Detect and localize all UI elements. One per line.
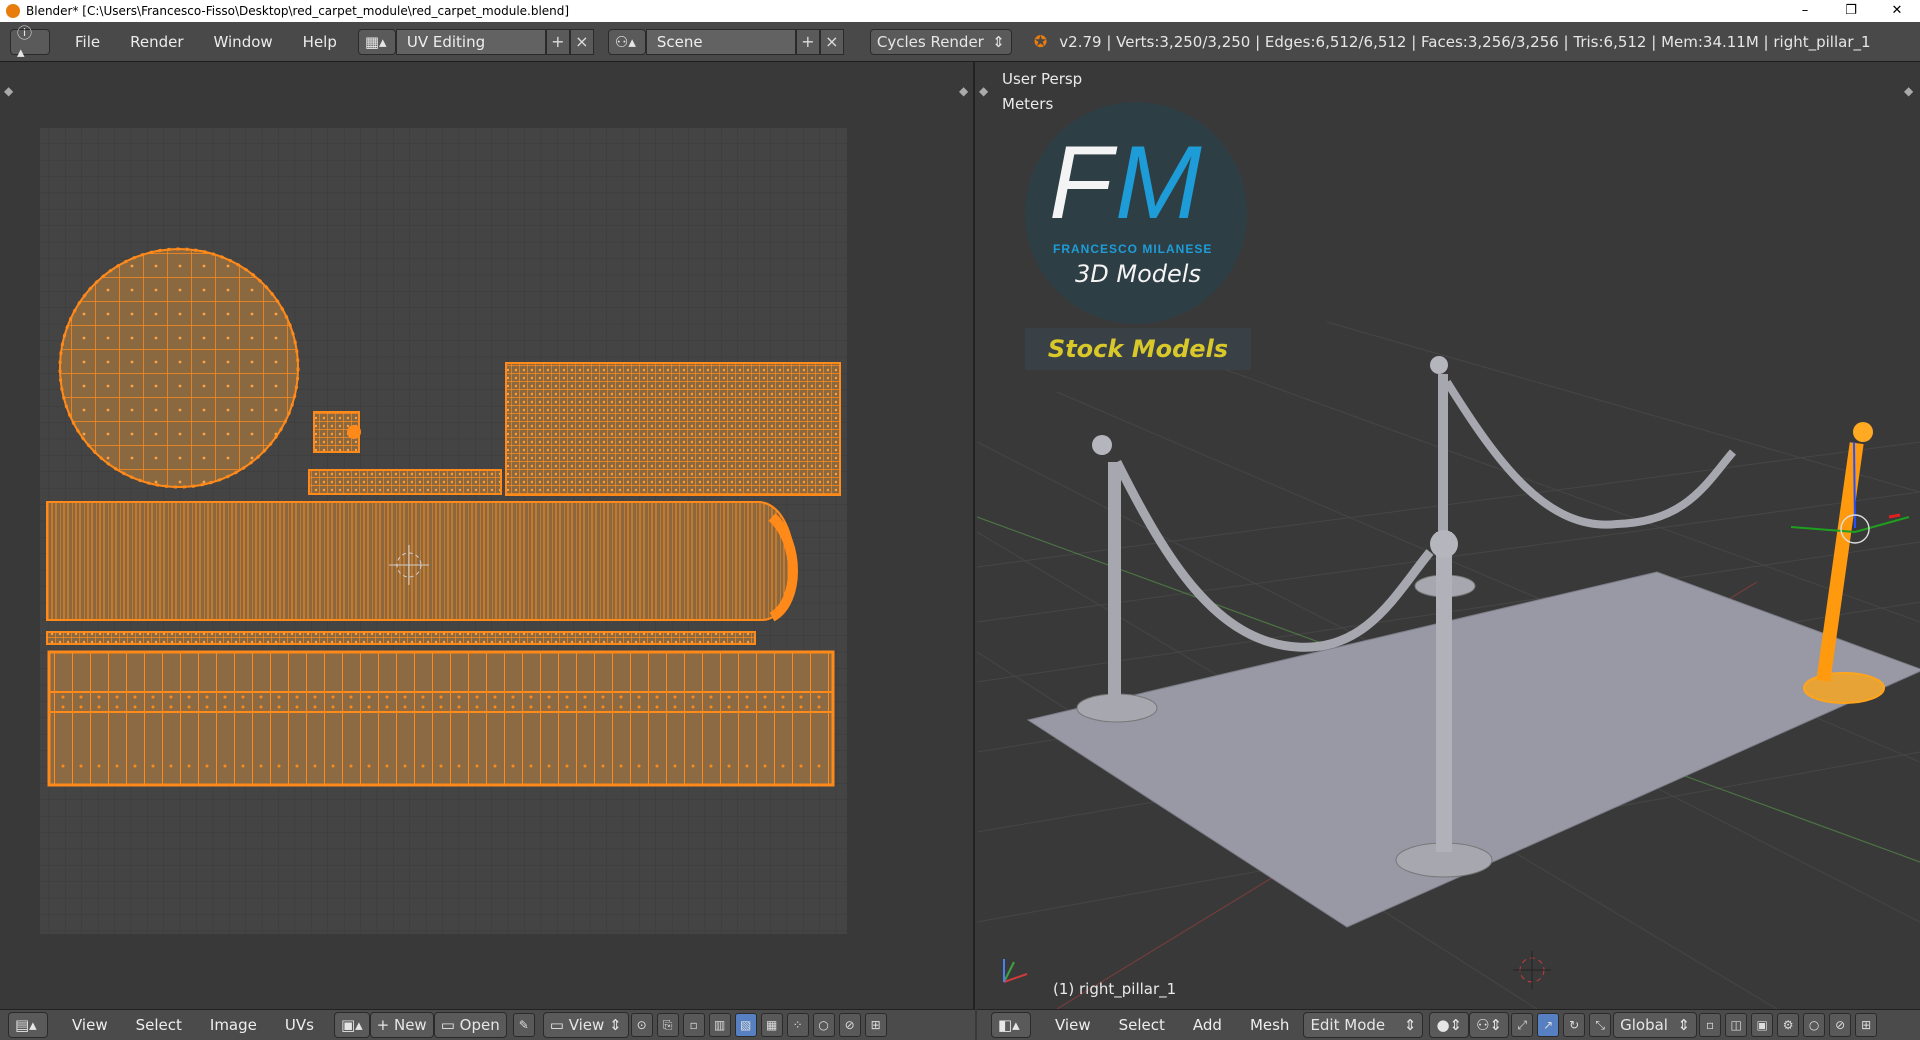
pivot-point-icon[interactable]: ⚇⇕ [1469,1012,1510,1038]
snap-icon[interactable]: ⊘ [838,1013,861,1037]
sync-selection-icon[interactable]: ⎘ [656,1013,679,1037]
view-name-label: User Persp [1002,70,1083,88]
viewport-properties-toggle-icon[interactable]: ◆ [1904,84,1914,98]
edge-mode-icon[interactable]: ◫ [1725,1013,1748,1037]
view3d-menu-add[interactable]: Add [1179,1016,1236,1034]
edge-select-icon[interactable]: ▥ [708,1013,731,1037]
editor-type-info-icon[interactable]: ⓘ ▴ [10,24,50,61]
right-properties-toggle-icon[interactable]: ◆ [959,84,969,98]
screen-layout-field[interactable]: UV Editing [395,28,546,55]
restore-button[interactable]: ❐ [1828,0,1874,22]
scene-statistics: v2.79 | Verts:3,250/3,250 | Edges:6,512/… [1059,32,1871,51]
scale-manipulator-icon[interactable]: ⤡ [1589,1013,1612,1037]
unit-system-label: Meters [1002,95,1054,113]
add-screen-icon[interactable]: + [545,28,570,55]
uv-menu-uvs[interactable]: UVs [271,1016,328,1034]
blender-version-icon: ✪ [1033,32,1048,51]
close-window-button[interactable]: ✕ [1874,0,1920,22]
logo-letter-f: F [1049,125,1113,241]
uv-menu-image[interactable]: Image [196,1016,271,1034]
window-title: Blender* [C:\Users\Francesco-Fisso\Deskt… [26,4,570,18]
proportional-edit-icon[interactable]: ○ [812,1013,835,1037]
mode-dropdown[interactable]: Edit Mode ⇕ [1303,1012,1424,1038]
uv-menu-select[interactable]: Select [122,1016,196,1034]
viewport-toolshelf-toggle-icon[interactable]: ◆ [979,84,989,98]
proportional-editing-icon[interactable]: ○ [1803,1013,1826,1037]
open-image-button[interactable]: ▭ Open [433,1012,507,1038]
island-select-icon[interactable]: ▦ [760,1013,783,1037]
watermark-logo: F M FRANCESCO MILANESE 3D Models [1025,102,1247,324]
uv-menu-view[interactable]: View [58,1016,122,1034]
logo-subtitle: 3D Models [1075,260,1201,288]
remove-screen-icon[interactable]: × [569,28,594,55]
menu-help[interactable]: Help [288,33,352,51]
uv-canvas[interactable]: ◆ ◆ [0,62,975,1009]
left-toolshelf-toggle-icon[interactable]: ◆ [4,84,14,98]
pivot-icon[interactable]: ⊙ [630,1013,653,1037]
view3d-menu-select[interactable]: Select [1105,1016,1179,1034]
viewport-header: ◧▴ View Select Add Mesh Edit Mode ⇕ ●⇕ ⚇⇕… [977,1009,1920,1040]
menu-render[interactable]: Render [115,33,198,51]
screen-layout-icon[interactable]: ▦▴ [357,28,396,55]
viewport-shading-icon[interactable]: ●⇕ [1429,1012,1470,1038]
snap-target-icon[interactable]: ⊞ [1855,1013,1878,1037]
view3d-menu-mesh[interactable]: Mesh [1236,1016,1304,1034]
orientation-dropdown[interactable]: Global ⇕ [1613,1012,1698,1038]
3d-cursor-icon[interactable] [1513,951,1551,989]
minimize-button[interactable]: – [1782,0,1828,22]
image-browse-icon[interactable]: ▣▴ [333,1012,370,1038]
manipulator-toggle-icon[interactable]: ⤢ [1511,1013,1534,1037]
info-header: ⓘ ▴ File Render Window Help ▦▴ UV Editin… [0,22,1920,62]
occlude-geometry-icon[interactable]: ⚙ [1777,1013,1800,1037]
scene-field[interactable]: Scene [645,28,796,55]
translate-manipulator-icon[interactable]: ↗ [1537,1013,1560,1037]
uv-channel-icon[interactable]: ⊞ [864,1013,887,1037]
menu-file[interactable]: File [60,33,115,51]
vertex-select-icon[interactable]: ▫ [682,1013,705,1037]
axis-gizmo-icon [1003,959,1028,983]
3d-viewport[interactable]: ◆ ◆ User Persp Meters (1) right_pillar_1… [977,62,1920,1009]
add-scene-icon[interactable]: + [795,28,820,55]
logo-brand: FRANCESCO MILANESE [1053,242,1213,256]
logo-letter-m: M [1115,125,1202,241]
view3d-menu-view[interactable]: View [1041,1016,1105,1034]
stock-models-badge: Stock Models [1025,328,1251,370]
selected-pillar-knob [1853,422,1873,442]
editor-type-3d-icon[interactable]: ◧▴ [991,1012,1031,1038]
new-image-button[interactable]: + New [369,1012,434,1038]
uv-view-dropdown[interactable]: ▭ View ⇕ [542,1012,629,1038]
render-engine-dropdown[interactable]: Cycles Render ⇕ [869,28,1012,55]
editor-type-uv-icon[interactable]: ▤▴ [8,1012,48,1038]
snap-toggle-icon[interactable]: ⊘ [1829,1013,1852,1037]
active-object-label: (1) right_pillar_1 [1053,980,1177,998]
face-select-icon[interactable]: ▧ [734,1013,757,1037]
sticky-mode-icon[interactable]: ⁘ [786,1013,809,1037]
face-mode-icon[interactable]: ▣ [1751,1013,1774,1037]
remove-scene-icon[interactable]: × [819,28,844,55]
blender-logo-icon [6,4,20,18]
uv-image-editor[interactable]: ◆ ◆ [0,62,975,1009]
pin-icon[interactable]: ✎ [512,1013,535,1037]
menu-window[interactable]: Window [199,33,288,51]
scene-selector-icon[interactable]: ⚇▴ [607,28,646,55]
window-titlebar: Blender* [C:\Users\Francesco-Fisso\Deskt… [0,0,1920,22]
vertex-mode-icon[interactable]: ▫ [1699,1013,1722,1037]
uv-editor-header: ▤▴ View Select Image UVs ▣▴ + New ▭ Open… [0,1009,975,1040]
rotate-manipulator-icon[interactable]: ↻ [1563,1013,1586,1037]
